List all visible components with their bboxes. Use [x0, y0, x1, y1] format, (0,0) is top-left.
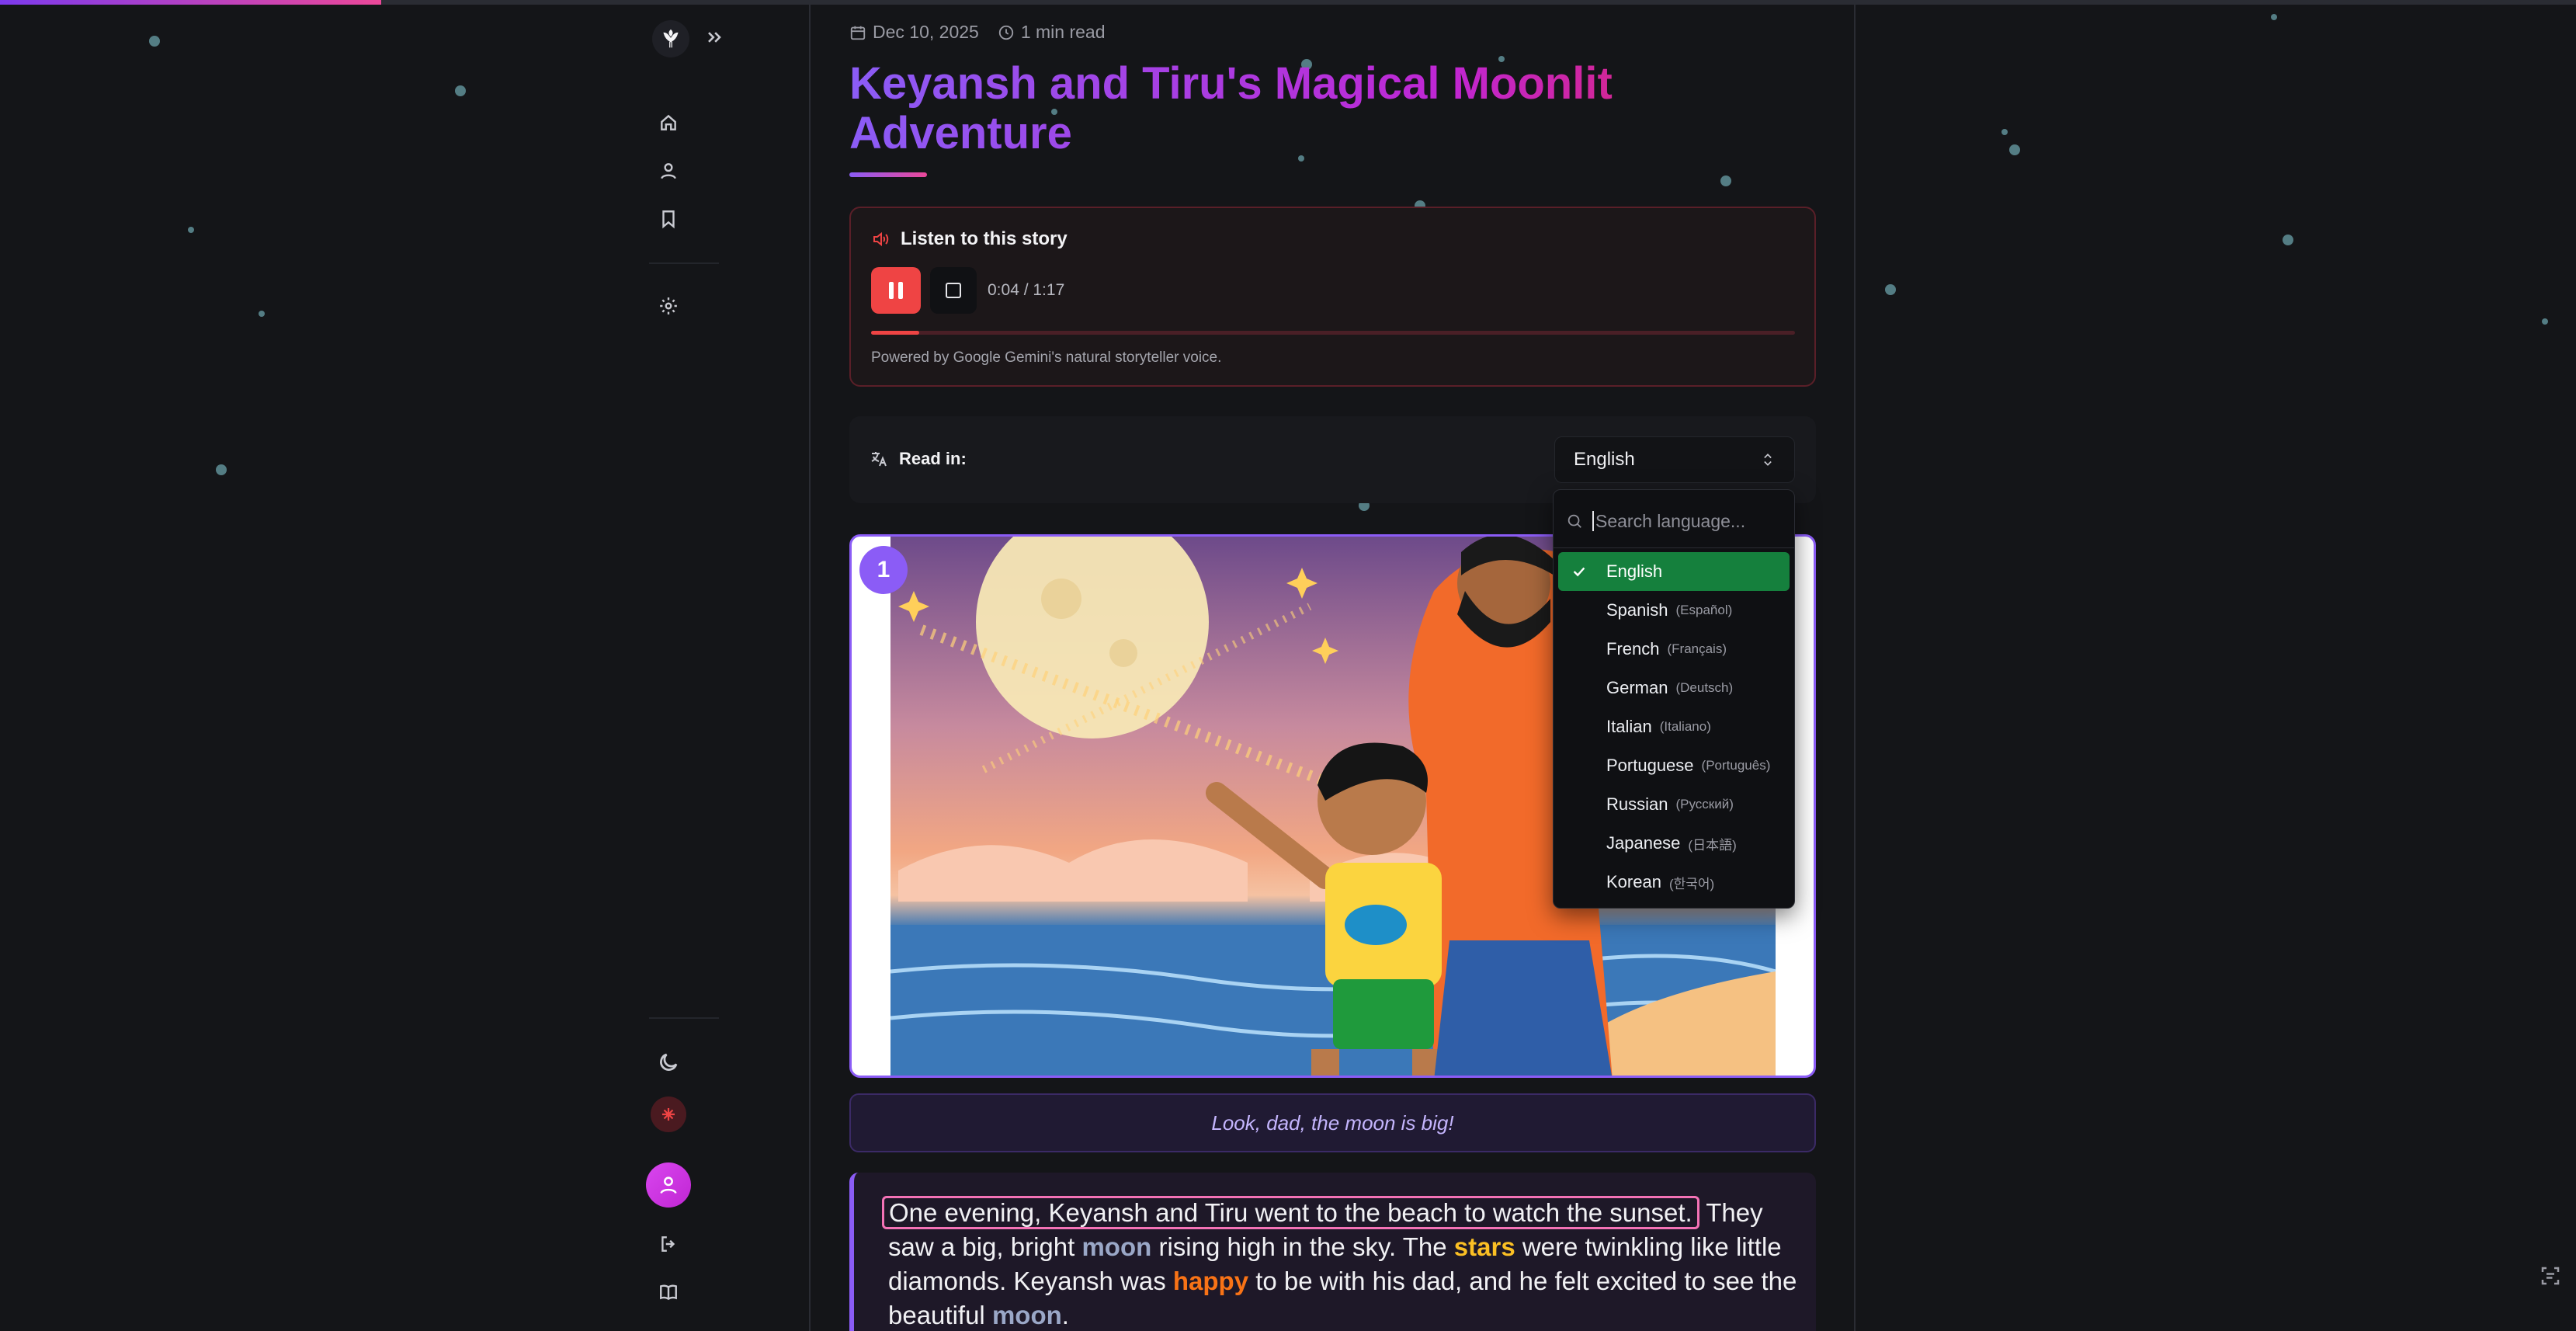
speaker-icon	[873, 231, 889, 247]
sidebar	[626, 0, 721, 1331]
language-option-italian[interactable]: Italian (Italiano)	[1558, 707, 1790, 746]
language-option-german[interactable]: German (Deutsch)	[1558, 669, 1790, 707]
title-underline	[849, 172, 927, 177]
column-divider	[809, 0, 811, 1331]
check-icon	[1571, 563, 1588, 585]
audio-progress-fill	[871, 331, 919, 335]
language-dropdown: Search language... English Spanish (Españo…	[1553, 489, 1795, 909]
language-option-native: (Español)	[1675, 603, 1733, 617]
language-option-french[interactable]: French (Français)	[1558, 630, 1790, 669]
calendar-icon	[850, 26, 866, 40]
language-option-japanese[interactable]: Japanese (日本語)	[1558, 824, 1790, 863]
chevron-up-down-icon	[1764, 454, 1772, 466]
story-text: rising high in the sky. The	[1151, 1232, 1454, 1261]
scan-icon[interactable]	[2539, 1264, 2562, 1288]
search-icon	[1567, 514, 1581, 528]
audio-progress-bar[interactable]	[871, 331, 1795, 335]
gear-icon[interactable]	[656, 294, 681, 318]
clock-icon	[998, 25, 1013, 40]
column-divider	[1854, 0, 1856, 1331]
language-option-native: (Français)	[1667, 641, 1727, 656]
page-title: Keyansh and Tiru's Magical Moonlit Adven…	[849, 59, 1703, 158]
language-option-english[interactable]: English	[1558, 552, 1790, 591]
language-option-label: English	[1606, 561, 1663, 581]
language-option-portuguese[interactable]: Portuguese (Português)	[1558, 746, 1790, 785]
language-select-value: English	[1574, 449, 1635, 470]
story-paragraph: One evening, Keyansh and Tiru went to th…	[882, 1196, 1804, 1331]
language-option-native: (Italiano)	[1659, 719, 1711, 734]
text-cursor	[1592, 511, 1594, 531]
keyword-happy[interactable]: happy	[1173, 1267, 1248, 1295]
language-option-spanish[interactable]: Spanish (Español)	[1558, 591, 1790, 630]
language-option-russian[interactable]: Russian (Русский)	[1558, 785, 1790, 824]
keyword-moon[interactable]: moon	[992, 1301, 1062, 1329]
language-search-input[interactable]: Search language...	[1595, 511, 1745, 532]
audio-heading-text: Listen to this story	[901, 228, 1068, 249]
read-in-label: Read in:	[870, 449, 967, 469]
user-icon[interactable]	[656, 158, 681, 183]
logout-icon[interactable]	[656, 1232, 681, 1256]
current-sentence-highlight: One evening, Keyansh and Tiru went to th…	[882, 1196, 1699, 1229]
read-in-text: Read in:	[899, 449, 967, 468]
reading-progress-fill	[0, 0, 382, 5]
keyword-stars[interactable]: stars	[1454, 1232, 1515, 1261]
pause-button[interactable]	[871, 267, 921, 314]
page-number-badge: 1	[859, 546, 908, 594]
language-options: English Spanish (Español) French (Français) G…	[1558, 552, 1790, 902]
audio-player: Listen to this story 0:04 / 1:17 Powered…	[849, 207, 1816, 387]
language-option-label: Spanish	[1606, 600, 1668, 620]
keyword-moon[interactable]: moon	[1081, 1232, 1151, 1261]
language-option-native: (Português)	[1701, 758, 1771, 773]
book-icon[interactable]	[656, 1280, 681, 1305]
language-option-native: (日本語)	[1688, 837, 1737, 853]
reading-progress-bar	[0, 0, 2576, 5]
language-option-label: Russian	[1606, 794, 1668, 814]
sidebar-divider	[649, 1017, 719, 1019]
read-time-text: 1 min read	[1020, 22, 1106, 42]
language-option-label: Japanese	[1606, 833, 1681, 853]
story-text: .	[1061, 1301, 1069, 1329]
dropdown-divider	[1554, 547, 1794, 548]
language-option-native: (Русский)	[1675, 797, 1734, 811]
avatar[interactable]	[646, 1162, 691, 1208]
language-option-native: (Deutsch)	[1675, 680, 1734, 695]
language-option-label: Italian	[1606, 717, 1652, 736]
stop-icon	[946, 283, 961, 298]
language-option-label: Portuguese	[1606, 756, 1694, 775]
language-option-label: Korean	[1606, 872, 1661, 891]
article-meta: Dec 10, 2025 1 min read	[849, 22, 1106, 43]
language-select[interactable]: English	[1554, 436, 1795, 483]
language-option-label: German	[1606, 678, 1668, 697]
sidebar-divider	[649, 262, 719, 264]
playback-time: 0:04 / 1:17	[988, 281, 1065, 299]
tiru-logo-icon[interactable]	[652, 20, 689, 57]
home-icon[interactable]	[656, 110, 681, 135]
powered-by-note: Powered by Google Gemini's natural story…	[871, 349, 1222, 366]
illustration-caption: Look, dad, the moon is big!	[849, 1093, 1816, 1152]
language-option-korean[interactable]: Korean (한국어)	[1558, 863, 1790, 902]
language-option-native: (한국어)	[1668, 876, 1715, 891]
stop-button[interactable]	[930, 267, 977, 314]
story-text-panel: One evening, Keyansh and Tiru went to th…	[849, 1173, 1816, 1331]
publish-date: Dec 10, 2025	[849, 22, 979, 43]
language-search[interactable]: Search language...	[1566, 506, 1783, 537]
translate-icon	[871, 452, 887, 467]
date-text: Dec 10, 2025	[873, 22, 979, 42]
read-time: 1 min read	[998, 22, 1106, 43]
moon-icon[interactable]	[651, 1045, 686, 1079]
chevrons-right-icon[interactable]	[703, 26, 725, 48]
bookmark-icon[interactable]	[656, 207, 681, 231]
language-option-label: French	[1606, 639, 1660, 659]
app-badge-icon[interactable]	[651, 1096, 686, 1132]
audio-heading: Listen to this story	[871, 228, 1068, 250]
